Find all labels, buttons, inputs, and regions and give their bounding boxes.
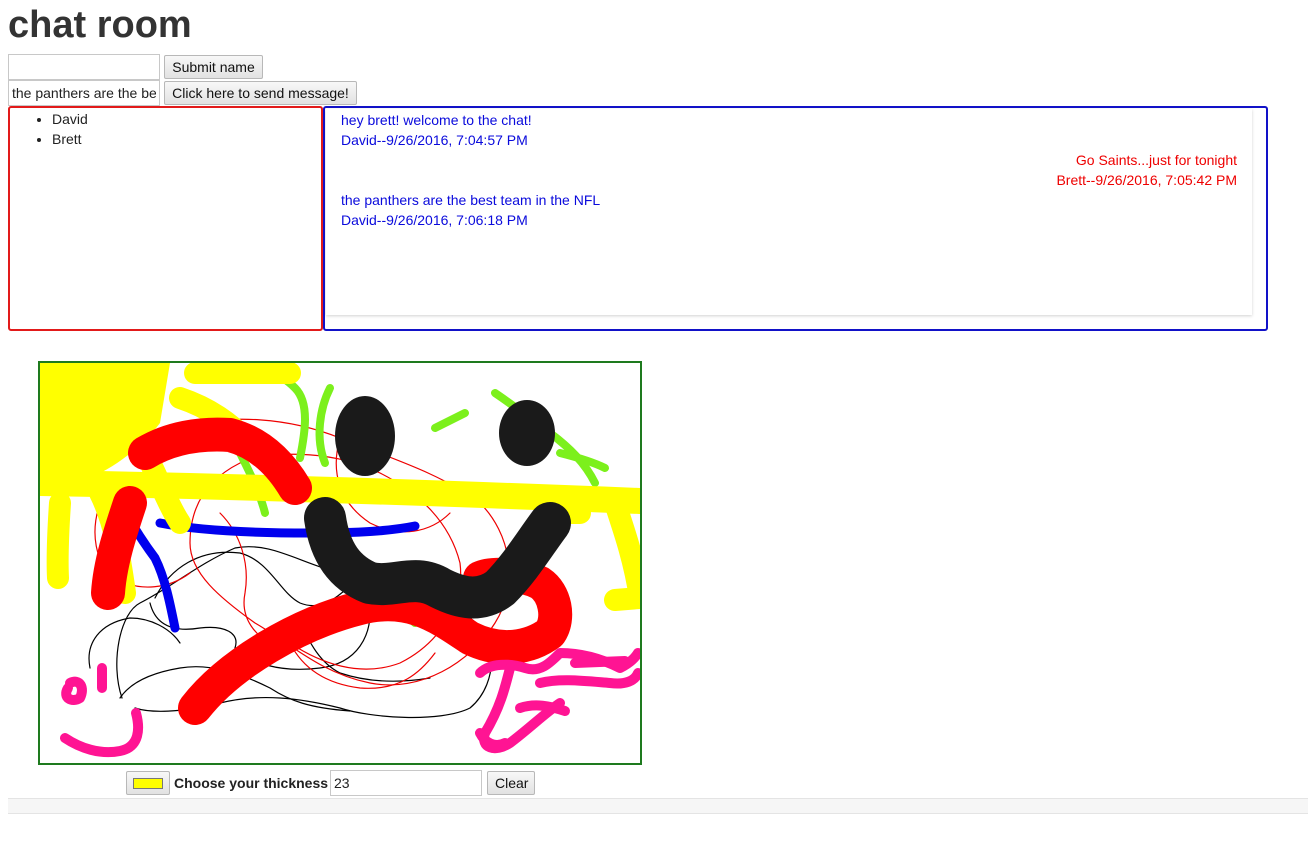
users-list: David Brett [10, 108, 321, 149]
drawing-surface[interactable] [40, 363, 640, 763]
page-title: chat room [8, 4, 192, 46]
thickness-label: Choose your thickness [174, 775, 329, 791]
message-input[interactable] [8, 80, 160, 106]
chat-messages[interactable]: hey brett! welcome to the chat! David--9… [326, 109, 1252, 315]
user-item: David [52, 109, 321, 129]
message-meta: Brett--9/26/2016, 7:05:42 PM [1056, 172, 1237, 188]
users-panel: David Brett [8, 106, 323, 331]
message-meta: David--9/26/2016, 7:04:57 PM [341, 132, 528, 148]
message-meta: David--9/26/2016, 7:06:18 PM [341, 212, 528, 228]
footer-bar [8, 798, 1308, 814]
send-message-button[interactable]: Click here to send message! [164, 81, 357, 105]
color-picker[interactable] [126, 771, 170, 795]
user-item: Brett [52, 129, 321, 149]
drawing-canvas[interactable] [38, 361, 642, 765]
submit-name-button[interactable]: Submit name [164, 55, 263, 79]
selected-color-swatch [133, 778, 163, 789]
name-input[interactable] [8, 54, 160, 80]
clear-button[interactable]: Clear [487, 771, 535, 795]
message-text: the panthers are the best team in the NF… [341, 192, 601, 208]
message-text: hey brett! welcome to the chat! [341, 112, 532, 128]
message-text: Go Saints...just for tonight [1075, 152, 1237, 168]
thickness-input[interactable] [330, 770, 482, 796]
chat-panel: hey brett! welcome to the chat! David--9… [323, 106, 1268, 331]
